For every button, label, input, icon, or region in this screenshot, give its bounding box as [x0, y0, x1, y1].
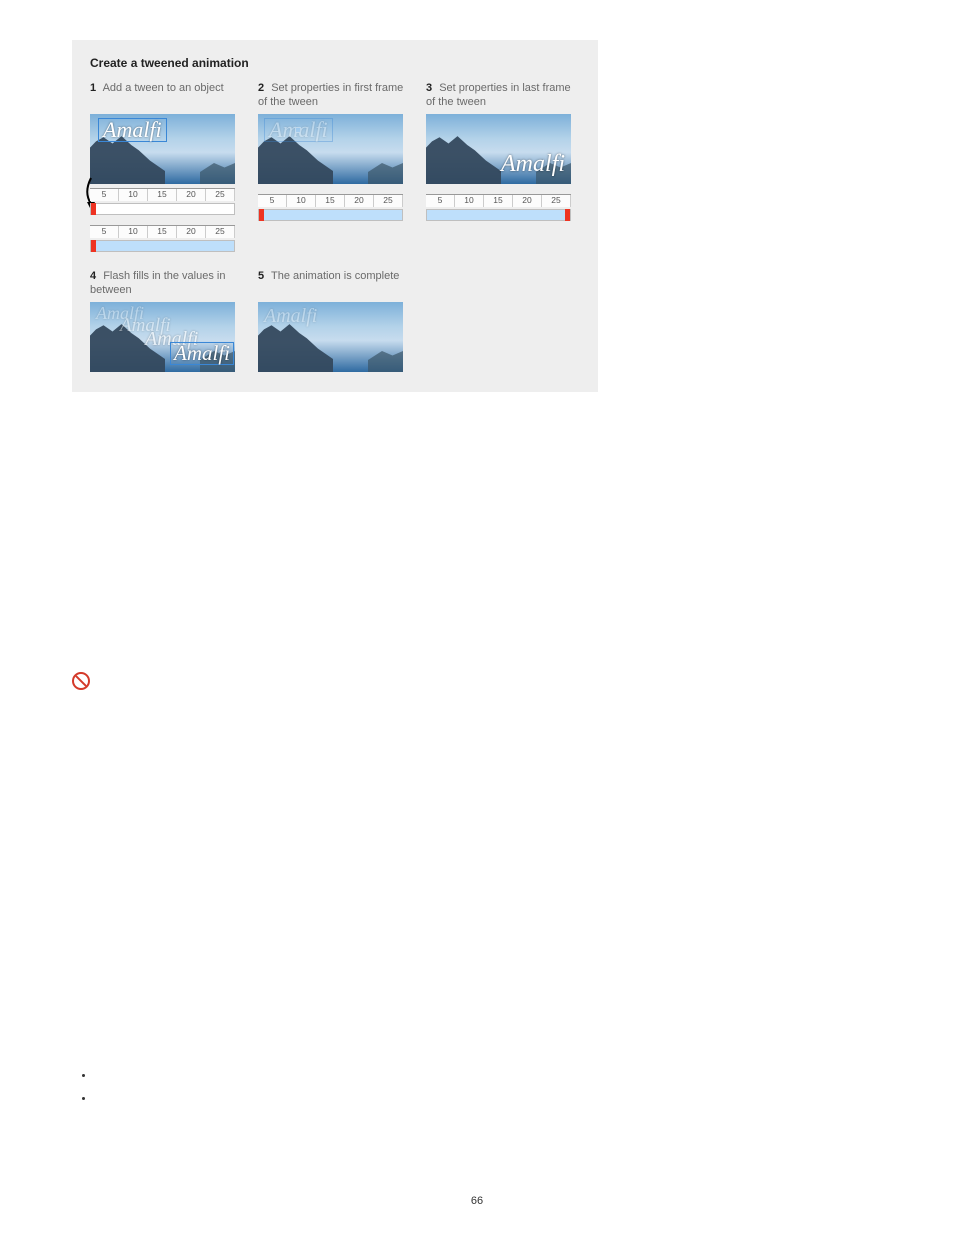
- step-number: 1: [90, 82, 96, 94]
- amalfi-label: Amalfi: [501, 152, 565, 176]
- figure-grid: 1 Add a tween to an object Amalfi 5 10: [90, 82, 580, 372]
- amalfi-label: Amalfi: [170, 342, 234, 365]
- forbidden-icon: [72, 672, 90, 690]
- step-label: 3 Set properties in last frame of the tw…: [426, 82, 576, 110]
- step-text: Set properties in first frame of the twe…: [258, 82, 403, 108]
- step-label: 4 Flash fills in the values in between: [90, 270, 240, 298]
- step-label: 1 Add a tween to an object: [90, 82, 240, 110]
- figure-step-3: 3 Set properties in last frame of the tw…: [426, 82, 576, 252]
- timeline-ruler: 5 10 15 20 25: [90, 188, 235, 215]
- page-number: 66: [471, 1195, 483, 1207]
- bullet-list: [82, 1074, 882, 1100]
- timeline-ruler: 5 10 15 20 25: [426, 194, 571, 221]
- amalfi-label: Amalfi: [264, 118, 333, 142]
- step-label: 5 The animation is complete: [258, 270, 408, 298]
- scene-thumb: Amalfi: [90, 114, 235, 184]
- timeline-ruler: 5 10 15 20 25: [258, 194, 403, 221]
- figure-panel: Create a tweened animation 1 Add a tween…: [72, 40, 598, 392]
- scene-thumb: Amalfi: [426, 114, 571, 184]
- amalfi-label: Amalfi: [98, 118, 167, 142]
- step-number: 2: [258, 82, 264, 94]
- figure-title: Create a tweened animation: [90, 56, 580, 70]
- step-number: 4: [90, 270, 96, 282]
- step-text: Add a tween to an object: [103, 82, 224, 94]
- step-number: 5: [258, 270, 264, 282]
- step-label: 2 Set properties in first frame of the t…: [258, 82, 408, 110]
- scene-thumb: Amalfi Amalfi Amalfi Amalfi: [90, 302, 235, 372]
- step-number: 3: [426, 82, 432, 94]
- step-text: Set properties in last frame of the twee…: [426, 82, 571, 108]
- scene-thumb: Amalfi: [258, 114, 403, 184]
- step-text: The animation is complete: [271, 270, 399, 282]
- bullet-dot: [82, 1097, 85, 1100]
- amalfi-label: Amalfi: [264, 306, 317, 326]
- timeline-ruler: 5 10 15 20 25: [90, 225, 235, 252]
- bullet-dot: [82, 1074, 85, 1077]
- figure-step-5: 5 The animation is complete Amalfi: [258, 270, 408, 372]
- figure-step-1: 1 Add a tween to an object Amalfi 5 10: [90, 82, 240, 252]
- body-text-area: [72, 418, 882, 1100]
- figure-step-2: 2 Set properties in first frame of the t…: [258, 82, 408, 252]
- figure-step-4: 4 Flash fills in the values in between A…: [90, 270, 240, 372]
- scene-thumb: Amalfi: [258, 302, 403, 372]
- step-text: Flash fills in the values in between: [90, 270, 225, 296]
